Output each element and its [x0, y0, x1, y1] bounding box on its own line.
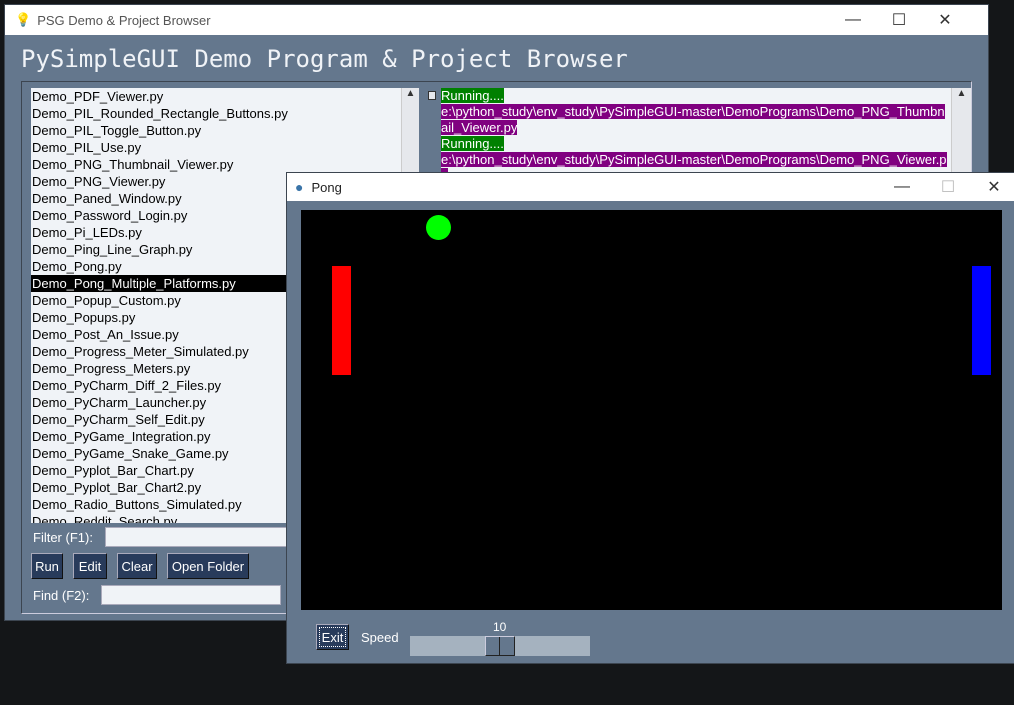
maximize-button[interactable]: ☐ — [925, 173, 971, 201]
speed-slider[interactable] — [410, 636, 590, 656]
left-paddle — [332, 266, 351, 375]
output-scrollbar[interactable]: ▲ — [951, 88, 971, 178]
clear-button[interactable]: Clear — [117, 553, 157, 579]
open-folder-button[interactable]: Open Folder — [167, 553, 249, 579]
close-button[interactable]: ✕ — [971, 173, 1014, 201]
scroll-up-icon[interactable]: ▲ — [402, 88, 419, 99]
output-line: Running.... — [441, 88, 504, 103]
pong-window: ● Pong — ☐ ✕ Exit Speed 10 — [286, 172, 1014, 664]
output-area[interactable]: Running.... e:\python_study\env_study\PyS… — [441, 88, 951, 178]
right-paddle — [972, 266, 991, 375]
main-window-title: PSG Demo & Project Browser — [37, 12, 211, 28]
edit-button[interactable]: Edit — [73, 553, 107, 579]
minimize-button[interactable]: — — [879, 173, 925, 201]
file-list-item[interactable]: Demo_PIL_Rounded_Rectangle_Buttons.py — [31, 105, 401, 122]
file-list-item[interactable]: Demo_PIL_Use.py — [31, 139, 401, 156]
main-title-bar: 💡 PSG Demo & Project Browser — ☐ ✕ — [5, 5, 988, 35]
output-line: Running.... — [441, 136, 504, 151]
filter-input[interactable] — [105, 527, 305, 547]
file-list-item[interactable]: Demo_PIL_Toggle_Button.py — [31, 122, 401, 139]
find-label: Find (F2): — [33, 588, 90, 603]
file-list-item[interactable]: Demo_PNG_Thumbnail_Viewer.py — [31, 156, 401, 173]
output-line: e:\python_study\env_study\PySimpleGUI-ma… — [441, 104, 945, 135]
scroll-up-icon[interactable]: ▲ — [952, 88, 971, 99]
file-list-item[interactable]: Demo_PDF_Viewer.py — [31, 88, 401, 105]
python-icon: ● — [295, 179, 304, 195]
exit-button[interactable]: Exit — [316, 624, 349, 650]
output-checkbox[interactable] — [428, 91, 436, 100]
find-input[interactable] — [101, 585, 281, 605]
filter-label: Filter (F1): — [33, 530, 93, 545]
game-canvas[interactable] — [301, 210, 1002, 610]
close-button[interactable]: ✕ — [922, 5, 968, 35]
bulb-icon: 💡 — [15, 12, 32, 27]
slider-thumb[interactable] — [485, 636, 515, 656]
speed-value: 10 — [493, 620, 507, 634]
maximize-button[interactable]: ☐ — [876, 5, 922, 35]
page-title: PySimpleGUI Demo Program & Project Brows… — [21, 45, 628, 73]
pong-title-bar: ● Pong — ☐ ✕ — [287, 173, 1014, 201]
pong-window-title: Pong — [311, 179, 342, 195]
minimize-button[interactable]: — — [830, 5, 876, 35]
ball — [426, 215, 451, 240]
run-button[interactable]: Run — [31, 553, 63, 579]
speed-label: Speed — [361, 630, 399, 645]
